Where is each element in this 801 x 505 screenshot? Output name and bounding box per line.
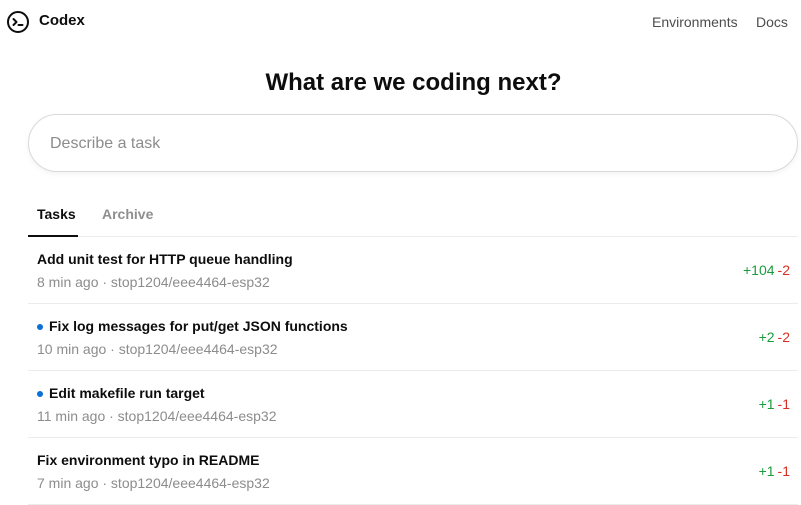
task-list: Add unit test for HTTP queue handling 8 … [28, 237, 798, 505]
unread-dot-icon [37, 324, 43, 330]
task-meta: 7 min ago · stop1204/eee4464-esp32 [37, 475, 270, 491]
diff-stats: +1 -1 [759, 396, 790, 412]
diff-stats: +104 -2 [743, 262, 790, 278]
task-title[interactable]: Add unit test for HTTP queue handling [37, 251, 293, 267]
header: Codex Environments Docs [0, 0, 801, 44]
task-meta: 8 min ago · stop1204/eee4464-esp32 [37, 274, 270, 290]
task-title[interactable]: Fix environment typo in README [37, 452, 259, 468]
codex-page: Codex Environments Docs What are we codi… [0, 0, 801, 505]
task-title[interactable]: Fix log messages for put/get JSON functi… [49, 318, 348, 334]
page-title: What are we coding next? [265, 69, 562, 96]
task-input-container[interactable] [28, 114, 798, 172]
diff-stats: +1 -1 [759, 463, 790, 479]
task-row[interactable]: Fix environment typo in README 7 min ago… [28, 438, 798, 505]
diff-additions: +2 [758, 329, 775, 345]
codex-logo-icon[interactable] [6, 10, 30, 34]
diff-deletions: -2 [777, 329, 790, 345]
task-description-input[interactable] [50, 132, 750, 156]
task-tabs: Tasks Archive [28, 196, 798, 237]
nav-docs-link[interactable]: Docs [756, 14, 788, 30]
diff-additions: +1 [758, 396, 775, 412]
diff-deletions: -1 [777, 396, 790, 412]
diff-additions: +1 [758, 463, 775, 479]
brand-name[interactable]: Codex [39, 12, 85, 29]
unread-dot-icon [37, 391, 43, 397]
diff-deletions: -1 [777, 463, 790, 479]
task-row[interactable]: Edit makefile run target 11 min ago · st… [28, 371, 798, 438]
tab-tasks[interactable]: Tasks [37, 206, 76, 222]
task-meta: 11 min ago · stop1204/eee4464-esp32 [37, 408, 277, 424]
codex-terminal-icon [7, 11, 29, 33]
nav-environments-link[interactable]: Environments [652, 14, 738, 30]
task-row[interactable]: Fix log messages for put/get JSON functi… [28, 304, 798, 371]
diff-deletions: -2 [777, 262, 790, 278]
task-meta: 10 min ago · stop1204/eee4464-esp32 [37, 341, 278, 357]
diff-stats: +2 -2 [759, 329, 790, 345]
tab-archive[interactable]: Archive [102, 206, 153, 222]
task-row[interactable]: Add unit test for HTTP queue handling 8 … [28, 237, 798, 304]
task-title[interactable]: Edit makefile run target [49, 385, 205, 401]
diff-additions: +104 [743, 262, 775, 278]
